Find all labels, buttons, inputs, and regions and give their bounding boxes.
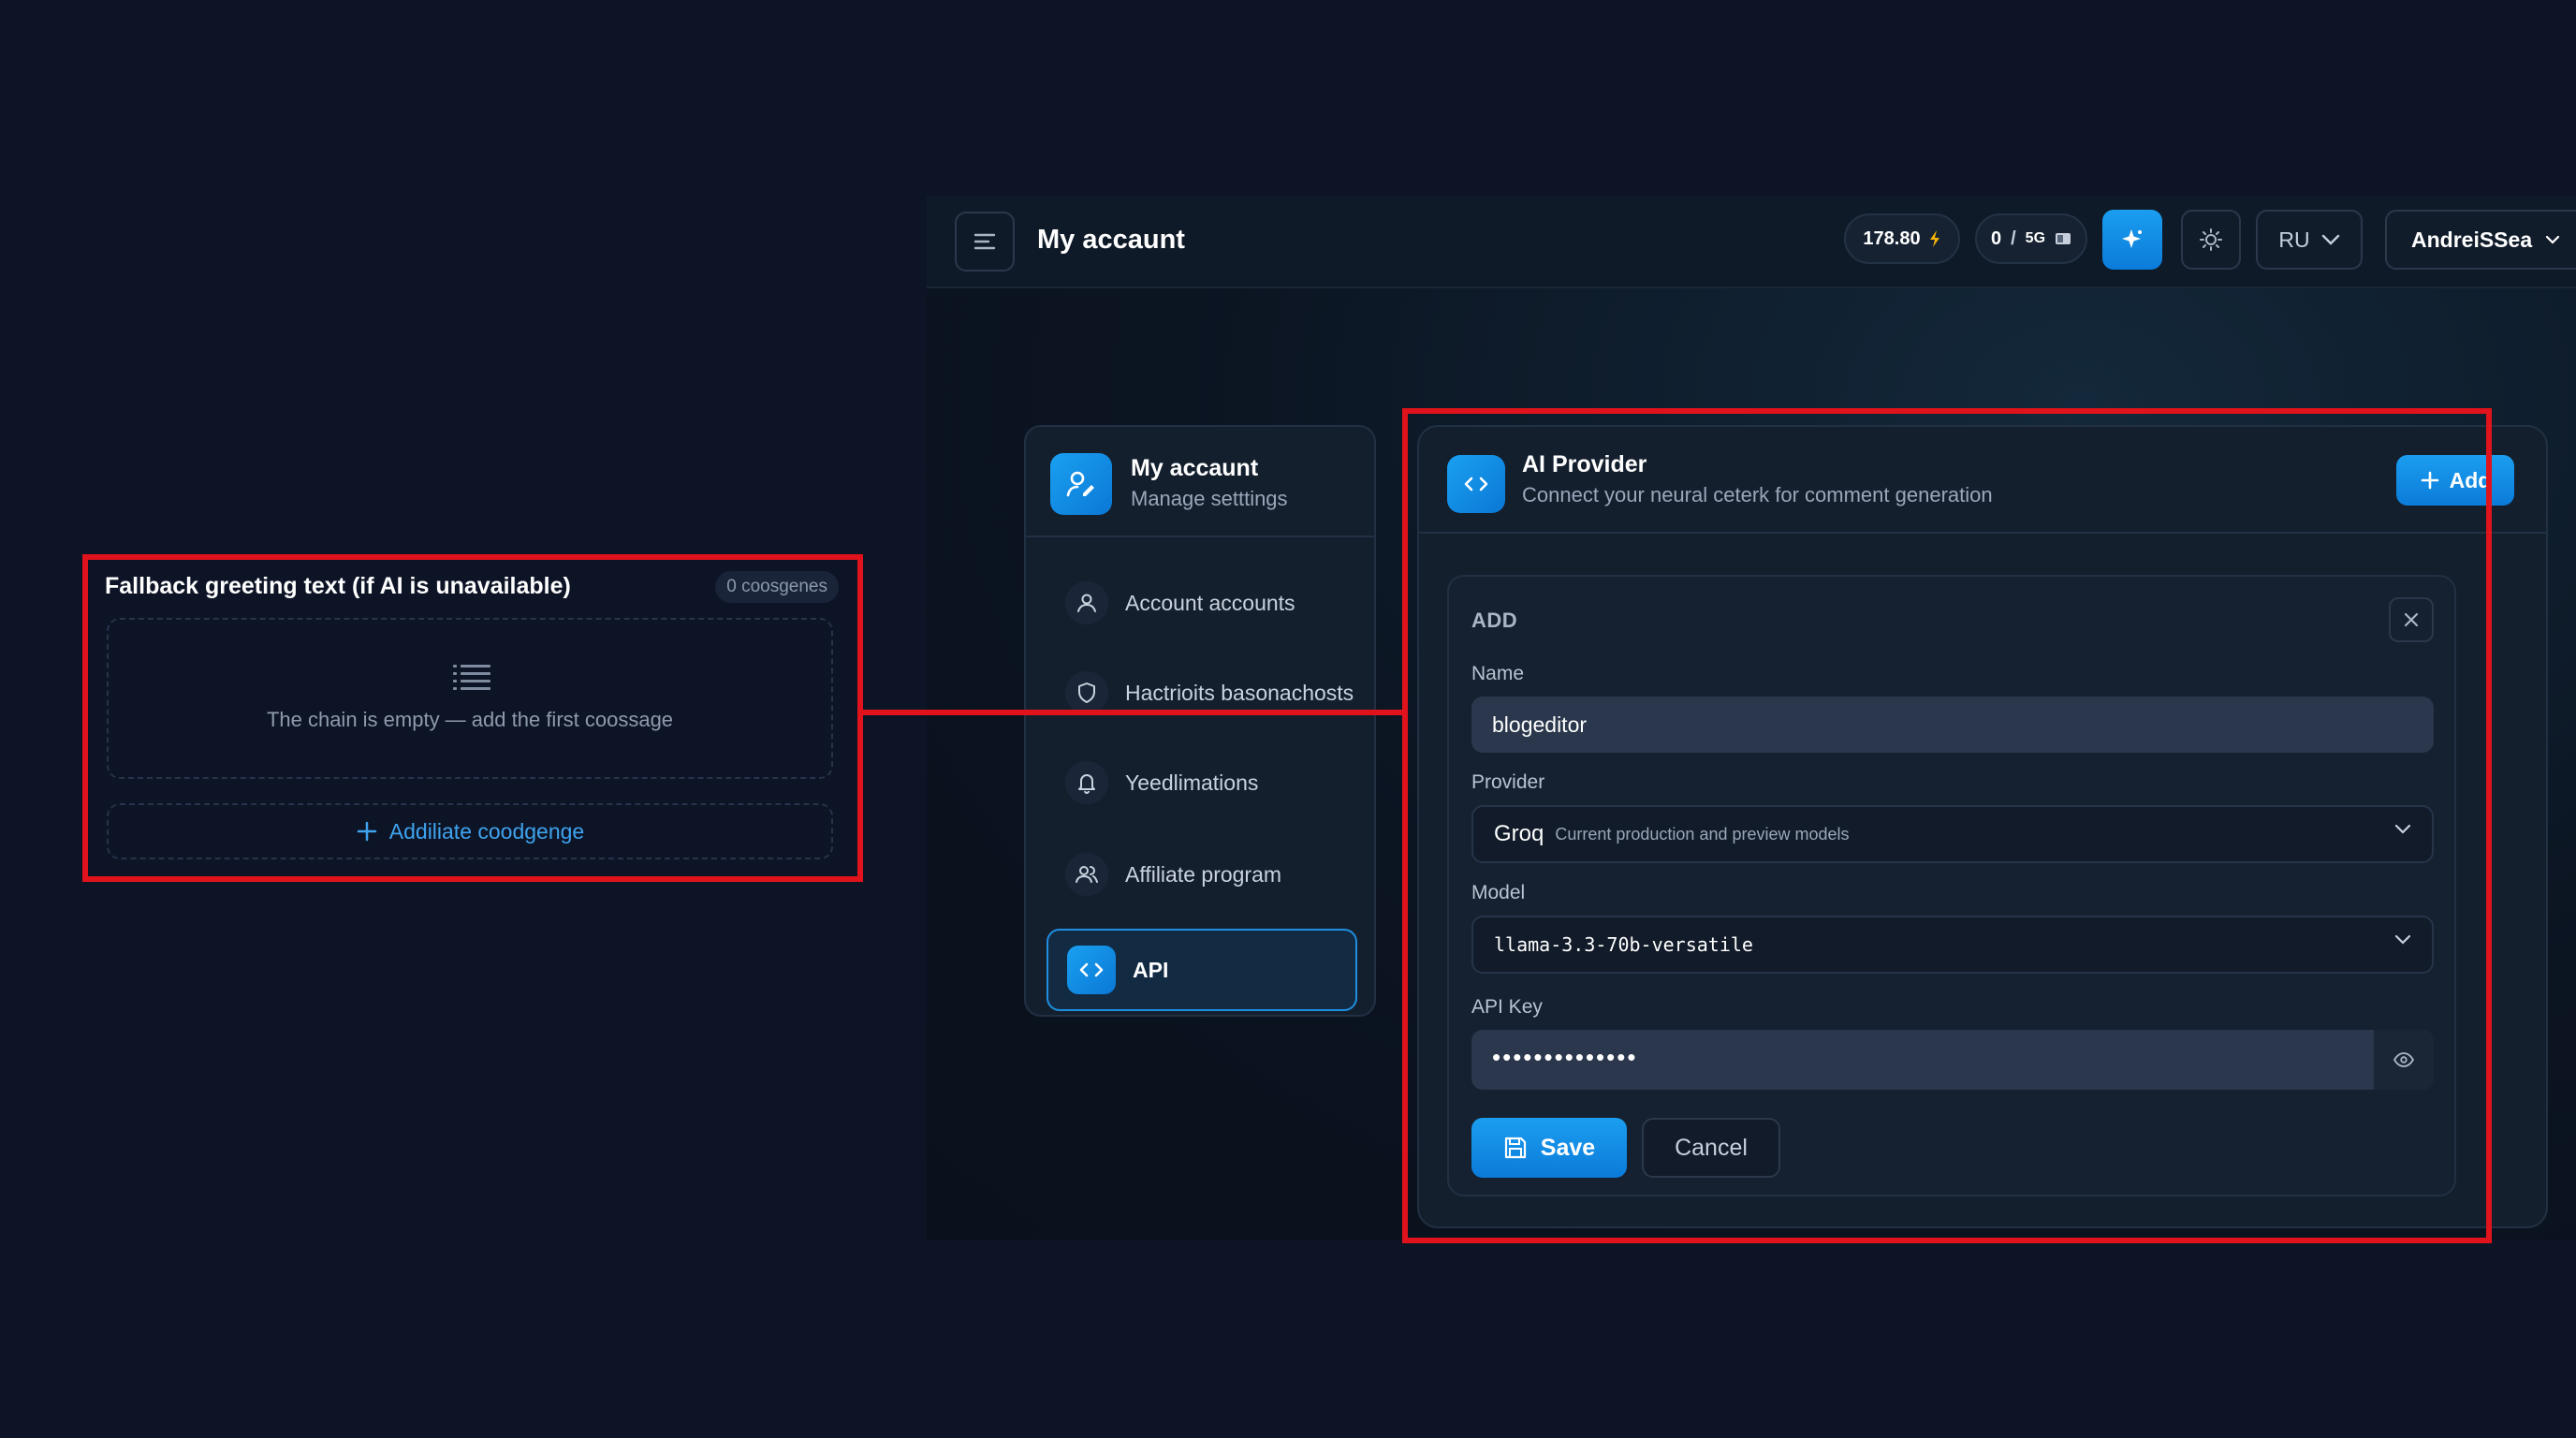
provider-header: AI Provider Connect your neural ceterk f… <box>1419 427 2546 534</box>
empty-chain-box: The chain is empty — add the first cooss… <box>107 618 833 779</box>
code-icon <box>1067 946 1116 994</box>
fallback-greeting-title: Fallback greeting text (if AI is unavail… <box>105 573 571 599</box>
toggle-visibility-button[interactable] <box>2374 1030 2434 1090</box>
storage-icon <box>2055 232 2071 245</box>
api-key-label: API Key <box>1471 996 1543 1018</box>
fallback-greeting-panel: Fallback greeting text (if AI is unavail… <box>90 560 856 873</box>
api-key-field[interactable]: •••••••••••••• <box>1471 1030 2434 1090</box>
add-message-button[interactable]: Addiliate coodgenge <box>107 803 833 859</box>
model-label: Model <box>1471 882 1526 903</box>
provider-subtitle: Connect your neural ceterk for comment g… <box>1522 483 1993 506</box>
save-label: Save <box>1540 1134 1596 1161</box>
sidebar-item-affiliate[interactable]: Affiliate program <box>1046 835 1357 914</box>
model-value: llama-3.3-70b-versatile <box>1494 933 1753 956</box>
sidebar-item-account[interactable]: Account accounts <box>1046 564 1357 642</box>
usage-current: 0 <box>1990 227 2002 249</box>
menu-button[interactable] <box>955 212 1015 271</box>
sidebar-item-notifications[interactable]: Yeedlimations <box>1046 743 1357 822</box>
cancel-button[interactable]: Cancel <box>1642 1118 1780 1178</box>
provider-hint: Current production and preview models <box>1555 824 1850 844</box>
sidebar-title: My accaunt <box>1131 455 1259 481</box>
lightning-icon <box>1928 229 1941 248</box>
sparkle-icon <box>2119 227 2145 253</box>
empty-chain-text: The chain is empty — add the first cooss… <box>266 708 674 731</box>
bell-icon <box>1065 761 1108 804</box>
provider-label: Provider <box>1471 771 1545 793</box>
menu-icon <box>973 231 997 252</box>
add-provider-label: Add <box>2449 467 2492 492</box>
cancel-label: Cancel <box>1675 1134 1748 1161</box>
sidebar-item-security[interactable]: Hactrioits basonachosts <box>1046 653 1357 732</box>
eye-icon <box>2393 1052 2414 1067</box>
name-value: blogeditor <box>1492 712 1588 737</box>
message-count-badge: 0 coosgenes <box>715 571 839 603</box>
usage-total: 5G <box>2025 230 2046 246</box>
account-sidebar: My accaunt Manage setttings Account acco… <box>1024 425 1376 1017</box>
plus-icon <box>2420 470 2440 491</box>
theme-toggle-button[interactable] <box>2181 210 2241 270</box>
annotation-connector-line <box>861 710 1406 715</box>
name-label: Name <box>1471 663 1525 684</box>
sidebar-item-label: API <box>1133 957 1169 982</box>
user-icon <box>1065 581 1108 624</box>
sidebar-item-label: Account accounts <box>1125 590 1295 615</box>
shield-icon <box>1065 671 1108 714</box>
close-form-button[interactable] <box>2389 597 2434 642</box>
chevron-down-icon <box>2321 234 2340 245</box>
user-menu-button[interactable]: AndreiSSea <box>2385 210 2576 270</box>
sidebar-item-label: Affiliate program <box>1125 861 1282 887</box>
users-icon <box>1065 853 1108 896</box>
api-key-value: •••••••••••••• <box>1492 1043 1638 1071</box>
chevron-down-icon <box>2545 235 2560 244</box>
sidebar-subtitle: Manage setttings <box>1131 487 1288 510</box>
user-edit-icon <box>1050 453 1112 515</box>
ai-provider-panel: AI Provider Connect your neural ceterk f… <box>1417 425 2548 1228</box>
provider-value: Groq <box>1494 821 1544 846</box>
provider-title: AI Provider <box>1522 451 1647 477</box>
page-title: My accaunt <box>1037 225 1185 255</box>
language-value: RU <box>2278 227 2310 252</box>
sidebar-item-label: Yeedlimations <box>1125 770 1259 795</box>
code-icon <box>1447 455 1505 513</box>
balance-badge: 178.80 <box>1844 213 1960 264</box>
add-message-label: Addiliate coodgenge <box>388 818 585 844</box>
provider-select[interactable]: Groq Current production and preview mode… <box>1471 805 2434 863</box>
add-provider-form: ADD Name blogeditor Provider Groq Curren… <box>1447 575 2456 1196</box>
top-bar: My accaunt 178.80 0 / 5G RU AndreiSSea <box>927 197 2576 288</box>
add-provider-button[interactable]: Add <box>2396 455 2514 506</box>
save-button[interactable]: Save <box>1471 1118 1627 1178</box>
plus-icon <box>356 820 378 843</box>
form-heading: ADD <box>1471 609 1518 632</box>
name-field[interactable]: blogeditor <box>1471 697 2434 753</box>
chevron-down-icon <box>2394 824 2411 835</box>
close-icon <box>2403 611 2420 628</box>
save-icon <box>1503 1136 1528 1160</box>
balance-value: 178.80 <box>1863 227 1921 249</box>
sun-icon <box>2199 227 2223 252</box>
usage-separator: / <box>2011 227 2016 249</box>
ai-sparkle-button[interactable] <box>2102 210 2162 270</box>
sidebar-item-label: Hactrioits basonachosts <box>1125 680 1354 705</box>
usage-badge: 0 / 5G <box>1975 213 2087 264</box>
list-icon <box>453 663 490 691</box>
model-select[interactable]: llama-3.3-70b-versatile <box>1471 916 2434 974</box>
chevron-down-icon <box>2394 934 2411 946</box>
language-select[interactable]: RU <box>2256 210 2363 270</box>
username: AndreiSSea <box>2411 227 2533 252</box>
sidebar-header: My accaunt Manage setttings <box>1026 427 1374 537</box>
app-window: My accaunt 178.80 0 / 5G RU AndreiSSea M… <box>927 197 2576 1240</box>
sidebar-item-api[interactable]: API <box>1046 929 1357 1011</box>
